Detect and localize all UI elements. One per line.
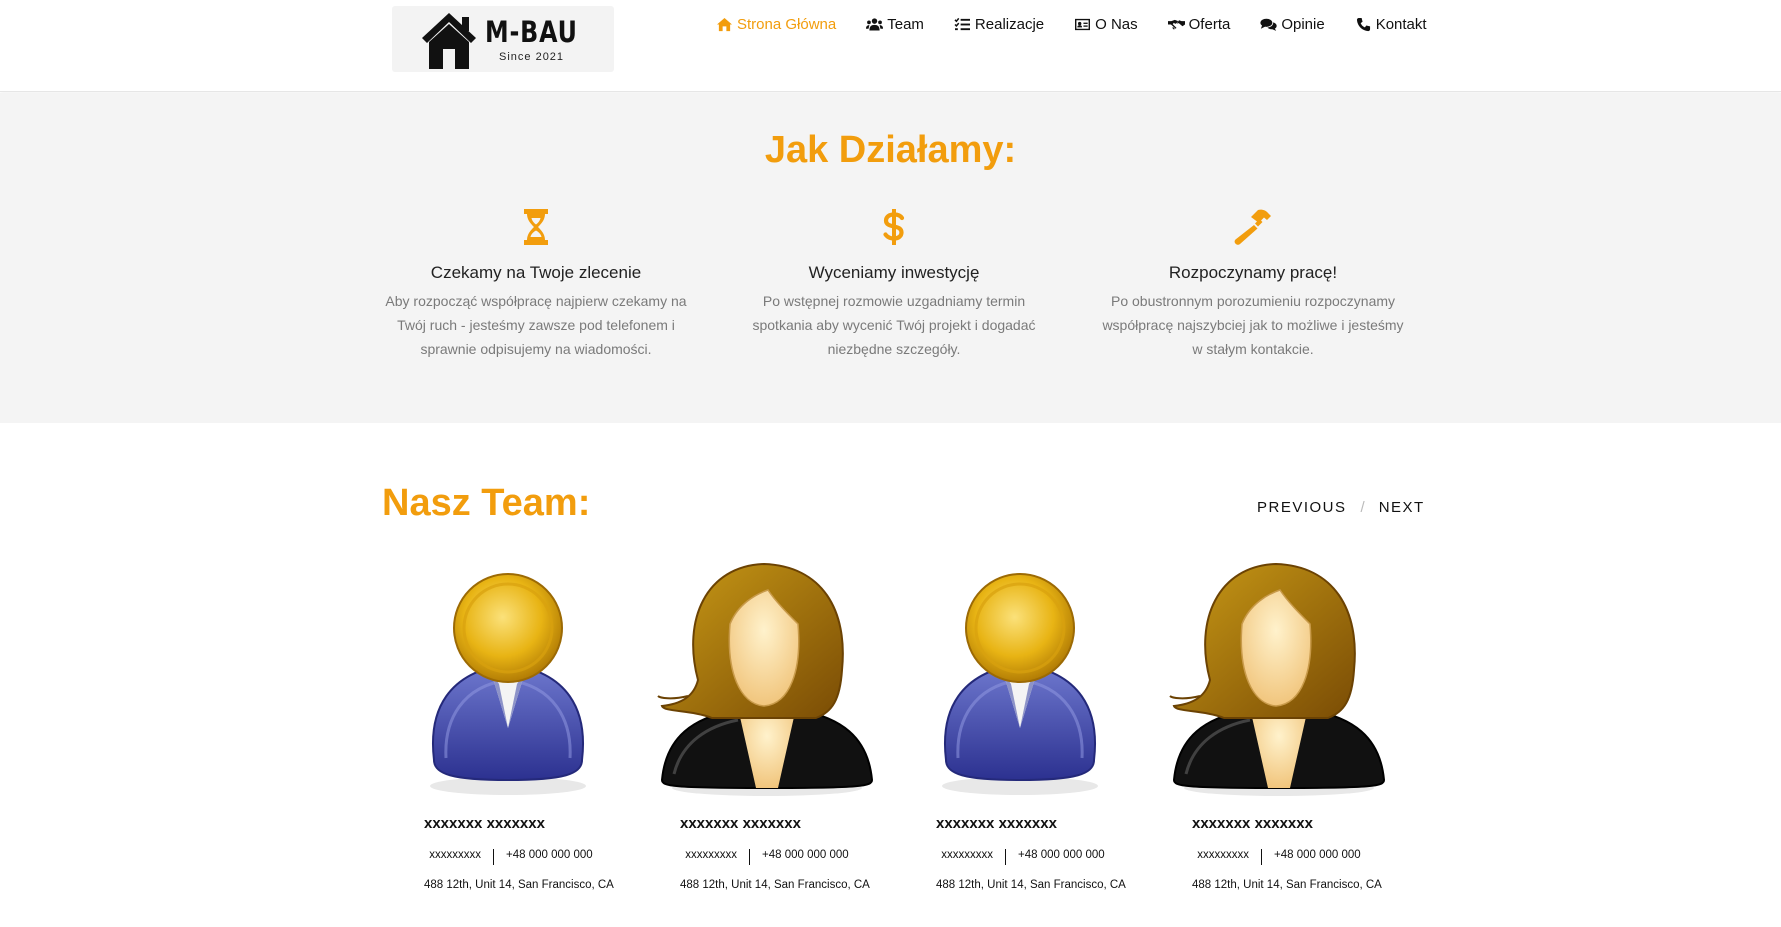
handshake-icon (1167, 19, 1185, 30)
female-avatar-icon (1169, 562, 1386, 796)
member-address: 488 12th, Unit 14, San Francisco, CA (1192, 879, 1382, 891)
contact-divider (493, 849, 495, 865)
nav-item-realizacje[interactable]: Realizacje (954, 16, 1044, 33)
member-name: xxxxxxx xxxxxxx (1192, 815, 1313, 832)
step-description: Po obustronnym porozumieniu rozpoczynamy… (1102, 293, 1404, 357)
nav-item-label: Opinie (1281, 16, 1325, 33)
id-card-icon (1075, 18, 1091, 31)
hammer-icon (1234, 209, 1271, 245)
nav-item-oferta[interactable]: Oferta (1167, 16, 1231, 33)
team-title: Nasz Team: (382, 482, 591, 524)
phone-icon (1356, 17, 1370, 32)
member-address: 488 12th, Unit 14, San Francisco, CA (424, 879, 614, 891)
brand-logo[interactable]: M-BAU Since 2021 (392, 6, 614, 72)
member-role: xxxxxxxxx (429, 849, 482, 861)
member-contact: xxxxxxxxx +48 000 000 000 (908, 849, 1138, 865)
male-avatar-icon (430, 573, 586, 795)
member-name: xxxxxxx xxxxxxx (680, 815, 801, 832)
step-card: Wyceniamy inwestycję Po wstępnej rozmowi… (739, 209, 1049, 361)
female-avatar-icon (657, 562, 874, 796)
step-description: Aby rozpocząć współpracę najpierw czekam… (385, 293, 687, 357)
member-contact: xxxxxxxxx +48 000 000 000 (396, 849, 626, 865)
users-icon (866, 18, 884, 31)
contact-divider (1005, 849, 1007, 865)
step-title: Rozpoczynamy pracę! (1168, 263, 1338, 282)
contact-divider (749, 849, 751, 865)
member-contact: xxxxxxxxx +48 000 000 000 (652, 849, 882, 865)
comments-icon (1260, 18, 1277, 31)
step-title: Wyceniamy inwestycję (808, 263, 980, 282)
member-contact: xxxxxxxxx +48 000 000 000 (1164, 849, 1394, 865)
male-avatar-icon (942, 573, 1098, 795)
step-card: Czekamy na Twoje zlecenie Aby rozpocząć … (381, 209, 691, 361)
house-logo-icon (422, 13, 476, 69)
contact-divider (1261, 849, 1263, 865)
member-role: xxxxxxxxx (1197, 849, 1250, 861)
nav-item-team[interactable]: Team (866, 16, 924, 33)
nav-item-label: Strona Główna (737, 16, 837, 33)
list-check-icon (954, 17, 970, 31)
nav-item-o-nas[interactable]: O Nas (1074, 16, 1138, 33)
hourglass-icon (524, 209, 548, 245)
nav-item-label: Kontakt (1375, 16, 1427, 33)
brand-since: Since 2021 (499, 51, 565, 63)
how-we-work-section: Jak Działamy: Czekamy na Twoje zlecenie … (0, 93, 1781, 423)
member-role: xxxxxxxxx (941, 849, 994, 861)
step-card: Rozpoczynamy pracę! Po obustronnym poroz… (1098, 209, 1408, 361)
home-icon (717, 17, 732, 32)
nav-item-label: Oferta (1188, 16, 1231, 33)
next-button[interactable]: NEXT (1379, 499, 1425, 516)
nav-item-label: O Nas (1095, 16, 1138, 33)
team-carousel-nav: PREVIOUS / NEXT (1257, 499, 1425, 516)
site-header: M-BAU Since 2021 Strona Główna Team Real… (0, 0, 1781, 92)
nav-item-opinie[interactable]: Opinie (1260, 16, 1325, 33)
member-role: xxxxxxxxx (685, 849, 738, 861)
dollar-icon (883, 209, 905, 245)
nav-item-kontakt[interactable]: Kontakt (1355, 16, 1427, 33)
member-phone[interactable]: +48 000 000 000 (1274, 849, 1361, 865)
member-name: xxxxxxx xxxxxxx (424, 815, 545, 832)
nav-item-label: Team (887, 16, 924, 33)
brand-name: M-BAU (485, 15, 578, 49)
nav-item-home[interactable]: Strona Główna (716, 16, 836, 33)
step-description: Po wstępnej rozmowie uzgadniamy termin s… (752, 293, 1036, 357)
nav-separator: / (1360, 499, 1365, 516)
previous-button[interactable]: PREVIOUS (1257, 499, 1347, 516)
member-address: 488 12th, Unit 14, San Francisco, CA (680, 879, 870, 891)
nav-item-label: Realizacje (974, 16, 1045, 33)
main-nav: Strona Główna Team Realizacje O Nas Ofer… (716, 16, 1427, 33)
member-phone[interactable]: +48 000 000 000 (1018, 849, 1105, 865)
member-phone[interactable]: +48 000 000 000 (506, 849, 593, 865)
member-phone[interactable]: +48 000 000 000 (762, 849, 849, 865)
member-address: 488 12th, Unit 14, San Francisco, CA (936, 879, 1126, 891)
section-title: Jak Działamy: (764, 129, 1017, 171)
step-title: Czekamy na Twoje zlecenie (430, 263, 642, 282)
member-name: xxxxxxx xxxxxxx (936, 815, 1057, 832)
